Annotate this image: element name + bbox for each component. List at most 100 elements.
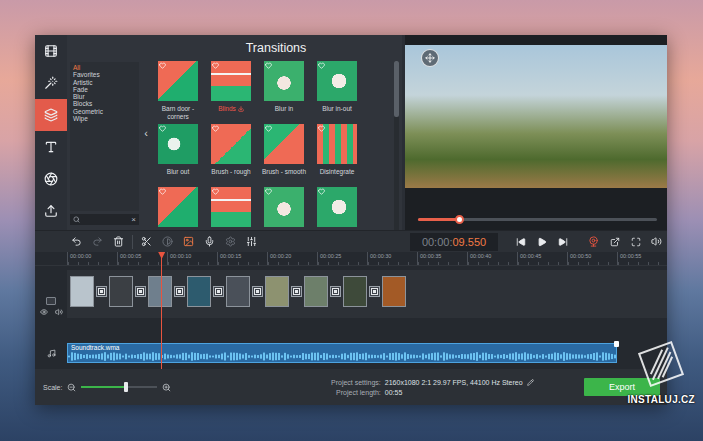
- transition-item[interactable]: Blur in-out: [315, 61, 359, 124]
- transition-item[interactable]: Barn door - corners: [156, 61, 200, 124]
- sidebar-item[interactable]: [35, 195, 67, 227]
- audio-clip[interactable]: Soundtrack.wma: [67, 343, 617, 363]
- track-transition[interactable]: [250, 276, 265, 307]
- category-item[interactable]: All: [73, 64, 136, 71]
- track-toggle[interactable]: [46, 297, 56, 305]
- transition-thumbnail[interactable]: [158, 187, 198, 227]
- preview-slider-knob[interactable]: [455, 215, 464, 224]
- transition-marker[interactable]: [174, 286, 185, 297]
- transition-marker[interactable]: [291, 286, 302, 297]
- speaker-icon[interactable]: [55, 308, 63, 316]
- transition-item[interactable]: Blur in: [262, 61, 306, 124]
- play-button[interactable]: [531, 232, 552, 252]
- favorite-badge[interactable]: [318, 62, 325, 69]
- favorite-badge[interactable]: [212, 62, 219, 69]
- transition-item[interactable]: [262, 187, 306, 230]
- capture-button[interactable]: [583, 232, 604, 252]
- zoom-in-icon[interactable]: [162, 383, 171, 392]
- audio-end-handle[interactable]: [614, 341, 619, 347]
- eye-icon[interactable]: [40, 308, 48, 316]
- transition-thumbnail[interactable]: [264, 187, 304, 227]
- transition-thumbnail[interactable]: [264, 61, 304, 101]
- tool-button[interactable]: [241, 232, 262, 252]
- transition-marker[interactable]: [330, 286, 341, 297]
- transition-thumbnail[interactable]: [158, 61, 198, 101]
- favorite-badge[interactable]: [265, 125, 272, 132]
- collapse-button[interactable]: ‹: [142, 35, 150, 230]
- category-item[interactable]: Geometric: [73, 108, 136, 115]
- preview-slider-track[interactable]: [418, 218, 657, 221]
- transition-thumbnail[interactable]: [211, 124, 251, 164]
- transition-thumbnail[interactable]: [158, 124, 198, 164]
- track-transition[interactable]: [94, 276, 109, 307]
- favorite-badge[interactable]: [318, 188, 325, 195]
- tool-button[interactable]: [87, 232, 108, 252]
- category-search[interactable]: ×: [70, 214, 139, 225]
- video-clip[interactable]: [109, 276, 133, 307]
- favorite-badge[interactable]: [212, 188, 219, 195]
- timeline[interactable]: 00:00:0000:00:0500:00:1000:00:1500:00:20…: [35, 252, 667, 369]
- favorite-badge[interactable]: [318, 125, 325, 132]
- clear-button[interactable]: ×: [131, 215, 136, 224]
- transition-thumbnail[interactable]: [264, 124, 304, 164]
- transition-item[interactable]: [156, 187, 200, 230]
- category-item[interactable]: Favorites: [73, 71, 136, 78]
- sidebar-item[interactable]: [35, 35, 67, 67]
- category-item[interactable]: Blur: [73, 93, 136, 100]
- transition-item[interactable]: [209, 187, 253, 230]
- previous-button[interactable]: [510, 232, 531, 252]
- category-item[interactable]: Wipe: [73, 115, 136, 122]
- favorite-badge[interactable]: [159, 188, 166, 195]
- scrollbar-thumb[interactable]: [394, 61, 399, 117]
- sidebar-item[interactable]: [35, 131, 67, 163]
- favorite-badge[interactable]: [212, 125, 219, 132]
- category-item[interactable]: Fade: [73, 86, 136, 93]
- category-item[interactable]: Artistic: [73, 79, 136, 86]
- track-transition[interactable]: [133, 276, 148, 307]
- scrollbar[interactable]: [394, 61, 399, 230]
- sidebar-item[interactable]: [35, 163, 67, 195]
- favorite-badge[interactable]: [265, 188, 272, 195]
- transition-marker[interactable]: [252, 286, 263, 297]
- transition-item[interactable]: Brush - rough: [209, 124, 253, 187]
- scale-slider-knob[interactable]: [124, 382, 128, 392]
- zoom-out-icon[interactable]: [67, 383, 76, 392]
- transition-thumbnail[interactable]: [211, 187, 251, 227]
- video-clip[interactable]: [343, 276, 367, 307]
- transition-marker[interactable]: [96, 286, 107, 297]
- tool-button[interactable]: [136, 232, 157, 252]
- fullscreen-button[interactable]: [625, 232, 646, 252]
- pencil-icon[interactable]: [527, 379, 534, 386]
- track-transition[interactable]: [172, 276, 187, 307]
- video-clip[interactable]: [265, 276, 289, 307]
- preview-slider[interactable]: [405, 218, 667, 230]
- tool-button[interactable]: [178, 232, 199, 252]
- transition-marker[interactable]: [213, 286, 224, 297]
- favorite-badge[interactable]: [159, 125, 166, 132]
- transition-item[interactable]: Blinds: [209, 61, 253, 124]
- transition-thumbnail[interactable]: [211, 61, 251, 101]
- tool-button[interactable]: [108, 232, 129, 252]
- playhead[interactable]: [161, 252, 162, 369]
- video-clip[interactable]: [304, 276, 328, 307]
- video-clip[interactable]: [187, 276, 211, 307]
- track-transition[interactable]: [367, 276, 382, 307]
- tool-button[interactable]: [220, 232, 241, 252]
- transition-thumbnail[interactable]: [317, 61, 357, 101]
- video-clip[interactable]: [148, 276, 172, 307]
- scale-slider[interactable]: [81, 386, 157, 388]
- transition-item[interactable]: Brush - smooth: [262, 124, 306, 187]
- track-transition[interactable]: [328, 276, 343, 307]
- favorite-badge[interactable]: [159, 62, 166, 69]
- pan-control[interactable]: [421, 49, 439, 67]
- share-button[interactable]: [604, 232, 625, 252]
- transition-thumbnail[interactable]: [317, 124, 357, 164]
- next-button[interactable]: [552, 232, 573, 252]
- sidebar-item[interactable]: [35, 99, 67, 131]
- tool-button[interactable]: [157, 232, 178, 252]
- transition-item[interactable]: Blur out: [156, 124, 200, 187]
- volume-button[interactable]: [646, 232, 667, 252]
- timeline-ruler[interactable]: 00:00:0000:00:0500:00:1000:00:1500:00:20…: [35, 252, 667, 266]
- track-transition[interactable]: [289, 276, 304, 307]
- transition-item[interactable]: Disintegrate: [315, 124, 359, 187]
